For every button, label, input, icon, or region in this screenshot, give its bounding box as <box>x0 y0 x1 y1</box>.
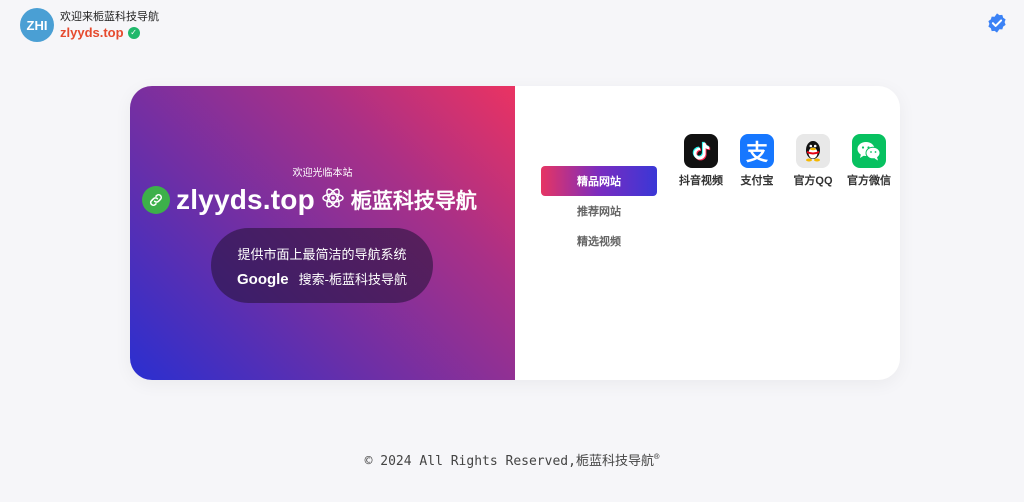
welcome-text: 欢迎来栀蓝科技导航 <box>60 11 159 23</box>
tagline: 提供市面上最简洁的导航系统 <box>237 246 407 262</box>
hero-panel: 欢迎光临本站 zlyyds.top 栀蓝科技导航 提供市面上最简洁的导航系统 G… <box>130 86 515 380</box>
app-alipay[interactable]: 支 支付宝 <box>731 134 783 188</box>
footer-text: © 2024 All Rights Reserved,栀蓝科技导航 <box>364 454 654 469</box>
tab-recommended-sites[interactable]: 推荐网站 <box>541 196 657 226</box>
app-wechat[interactable]: 官方微信 <box>843 134 895 188</box>
qq-icon[interactable] <box>796 134 830 168</box>
hero-title: zlyyds.top 栀蓝科技导航 <box>142 184 477 216</box>
tab-selected-videos[interactable]: 精选视频 <box>541 226 657 256</box>
nav-panel: 精品网站 推荐网站 精选视频 抖音视频 支 支付宝 官方QQ 官方微信 <box>515 86 900 380</box>
search-text: 搜索-栀蓝科技导航 <box>298 271 407 287</box>
footer: © 2024 All Rights Reserved,栀蓝科技导航® <box>0 450 1024 469</box>
app-label: 官方QQ <box>793 175 833 187</box>
tiktok-icon[interactable] <box>684 134 718 168</box>
hero-welcome: 欢迎光临本站 <box>292 168 353 179</box>
main-card: 欢迎光临本站 zlyyds.top 栀蓝科技导航 提供市面上最简洁的导航系统 G… <box>130 86 900 380</box>
registered-mark: ® <box>653 452 660 463</box>
app-label: 官方微信 <box>847 175 891 187</box>
hero-site-name: 栀蓝科技导航 <box>350 190 477 213</box>
google-label: Google <box>236 270 289 288</box>
app-tiktok[interactable]: 抖音视频 <box>675 134 727 188</box>
site-logo[interactable]: ZHI <box>20 8 54 42</box>
brand-text: 欢迎来栀蓝科技导航 zlyyds.top ✓ <box>60 9 159 41</box>
link-icon <box>142 186 170 214</box>
verified-badge-icon[interactable] <box>986 12 1008 34</box>
tab-featured-sites[interactable]: 精品网站 <box>541 166 657 196</box>
search-pill[interactable]: 提供市面上最简洁的导航系统 Google 搜索-栀蓝科技导航 <box>211 228 433 303</box>
search-line: Google 搜索-栀蓝科技导航 <box>237 269 407 288</box>
app-qq[interactable]: 官方QQ <box>787 134 839 188</box>
hero-domain: zlyyds.top <box>176 184 315 215</box>
site-brand[interactable]: ZHI 欢迎来栀蓝科技导航 zlyyds.top ✓ <box>20 8 159 42</box>
wechat-icon[interactable] <box>852 134 886 168</box>
site-domain[interactable]: zlyyds.top <box>60 25 124 41</box>
domain-row: zlyyds.top ✓ <box>60 25 159 41</box>
alipay-icon[interactable]: 支 <box>740 134 774 168</box>
app-label: 抖音视频 <box>679 175 723 187</box>
atom-icon <box>321 186 345 215</box>
category-tabs: 精品网站 推荐网站 精选视频 <box>541 166 657 256</box>
app-grid: 抖音视频 支 支付宝 官方QQ 官方微信 <box>675 134 895 188</box>
check-circle-icon: ✓ <box>127 27 140 39</box>
app-label: 支付宝 <box>740 175 774 187</box>
